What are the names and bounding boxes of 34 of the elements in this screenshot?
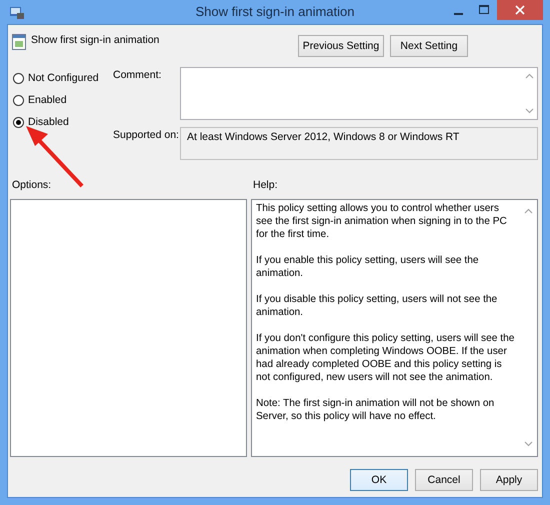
scroll-down-icon[interactable] — [524, 441, 533, 447]
close-icon — [515, 5, 525, 15]
window-title: Show first sign-in animation — [196, 4, 354, 19]
close-button[interactable] — [497, 0, 543, 20]
supported-on-label: Supported on: — [113, 128, 180, 143]
dialog-button[interactable]: Apply — [480, 469, 538, 491]
help-text: If you disable this policy setting, users will not see the animation. — [256, 293, 498, 319]
help-text: This policy setting allows you to control whether users see the first sign-in animation when signing in to the PC for the first time. — [256, 202, 508, 241]
radio-label: Enabled — [28, 94, 67, 106]
radio-label: Not Configured — [28, 72, 99, 84]
help-text: If you don't configure this policy setting, users will see the animation when completing Windows OOBE. If the user had already completed OOBE and this policy setting is not configured, new users will not see the animation. — [256, 332, 516, 384]
help-text: Note: The first sign-in animation will not be shown on Server, so this policy will have no effect. — [256, 397, 496, 423]
policy-icon — [12, 34, 26, 50]
comment-field[interactable] — [180, 67, 538, 120]
minimize-icon — [454, 12, 462, 14]
options-label: Options: — [12, 179, 52, 191]
supported-on-field: At least Windows Server 2012, Windows 8 or Windows RT — [180, 127, 538, 160]
radio-button[interactable] — [13, 72, 24, 84]
scroll-up-icon[interactable] — [525, 73, 534, 79]
radio-button[interactable] — [13, 94, 24, 106]
help-text: If you enable this policy setting, users will see the animation. — [256, 254, 480, 280]
help-label: Help: — [253, 179, 278, 193]
dialog-button[interactable]: OK — [350, 469, 408, 491]
app-icon — [9, 4, 25, 20]
scroll-up-icon[interactable] — [524, 208, 533, 214]
maximize-icon — [479, 5, 489, 15]
scroll-down-icon[interactable] — [525, 108, 534, 114]
next-setting-button[interactable]: Next Setting — [390, 35, 468, 57]
policy-name: Show first sign-in animation — [31, 34, 160, 46]
radio-button[interactable] — [13, 116, 24, 128]
radio-label: Disabled — [28, 116, 69, 128]
previous-setting-button[interactable]: Previous Setting — [298, 35, 384, 57]
comment-label: Comment: — [113, 68, 162, 83]
dialog-button[interactable]: Cancel — [415, 469, 473, 491]
